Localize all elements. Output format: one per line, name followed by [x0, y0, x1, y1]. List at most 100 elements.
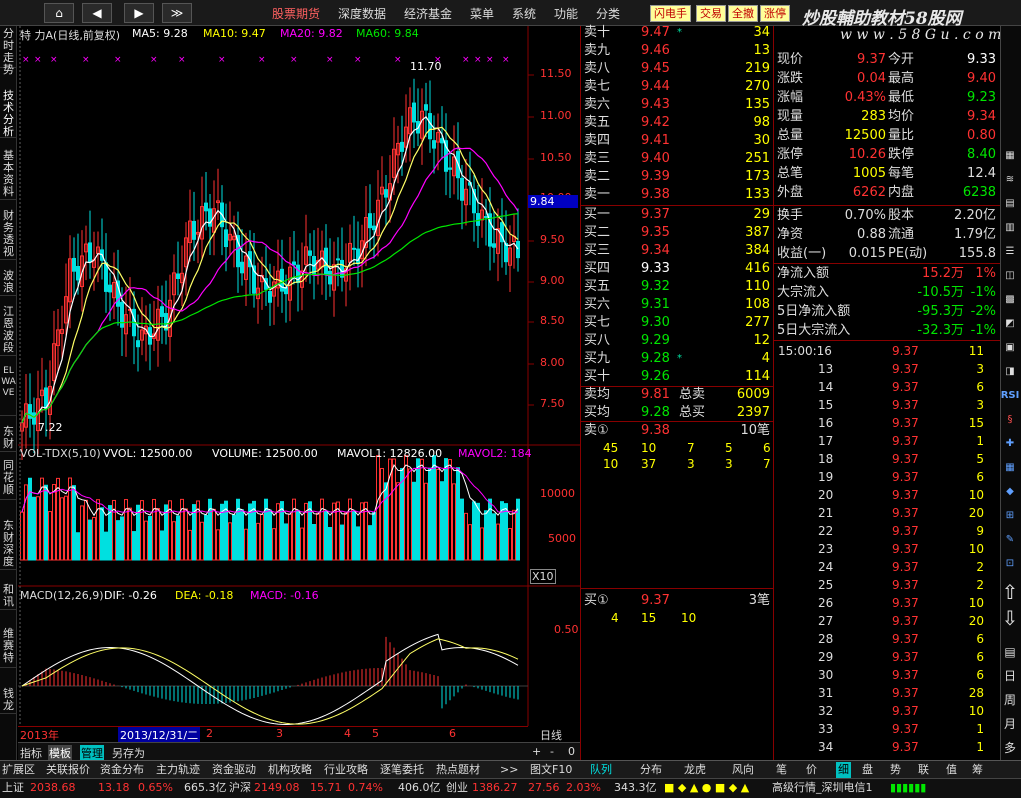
- period-week[interactable]: 周: [999, 690, 1021, 710]
- menu-system[interactable]: 系统: [512, 5, 536, 22]
- bid-row[interactable]: 买八 9.29 12: [583, 332, 772, 350]
- bottom-tab-4[interactable]: 资金驱动: [212, 762, 256, 778]
- tool-icon[interactable]: ▦: [999, 146, 1021, 166]
- bottom-tab-2[interactable]: 资金分布: [100, 762, 144, 778]
- menu-category[interactable]: 分类: [596, 5, 620, 22]
- ask-row[interactable]: 卖八 9.45 219: [583, 60, 772, 78]
- bottom-tab-20[interactable]: 联: [918, 762, 929, 778]
- menu-menu[interactable]: 菜单: [470, 5, 494, 22]
- tool-icon[interactable]: ▩: [999, 290, 1021, 310]
- bottom-tab-9[interactable]: >>: [500, 762, 518, 778]
- ask-row[interactable]: 卖六 9.43 135: [583, 96, 772, 114]
- forward-icon[interactable]: ▶: [124, 3, 154, 23]
- ask-row[interactable]: 卖二 9.39 173: [583, 168, 772, 186]
- bid-row[interactable]: 买七 9.30 277: [583, 314, 772, 332]
- bottom-tab-18[interactable]: 盘: [862, 762, 873, 778]
- tool-icon[interactable]: ◩: [999, 314, 1021, 334]
- tab-technical[interactable]: 技术分析: [0, 90, 17, 138]
- trade-button[interactable]: 交易: [696, 5, 726, 22]
- ask-row[interactable]: 卖九 9.46 13: [583, 42, 772, 60]
- bid-row[interactable]: 买三 9.34 384: [583, 242, 772, 260]
- bottom-tab-15[interactable]: 笔: [776, 762, 787, 778]
- tool-icon[interactable]: §: [999, 410, 1021, 430]
- tool-icon[interactable]: ⊡: [999, 554, 1021, 574]
- menu-function[interactable]: 功能: [554, 5, 578, 22]
- tool-icon[interactable]: ▤: [999, 194, 1021, 214]
- bid-row[interactable]: 买九 9.28 * 4: [583, 350, 772, 368]
- arrow-up-icon[interactable]: ⇧: [999, 582, 1021, 602]
- bid-row[interactable]: 买十 9.26 114: [583, 368, 772, 386]
- tool-icon[interactable]: ≋: [999, 170, 1021, 190]
- bottom-tab-0[interactable]: 扩展区: [2, 762, 35, 778]
- zoom-out-button[interactable]: -: [550, 745, 554, 758]
- ask-row[interactable]: 卖一 9.38 133: [583, 186, 772, 204]
- ask-row[interactable]: 卖十 9.47 * 34: [583, 24, 772, 42]
- bid-row[interactable]: 买一 9.37 29: [583, 206, 772, 224]
- tool-icon[interactable]: ⊞: [999, 506, 1021, 526]
- menu-stocks[interactable]: 股票期货: [272, 5, 320, 22]
- menu-economy-funds[interactable]: 经济基金: [404, 5, 452, 22]
- bottom-tab-22[interactable]: 筹: [972, 762, 983, 778]
- period-icon[interactable]: ▤: [999, 642, 1021, 662]
- tab-gann[interactable]: 江恩波段: [0, 306, 17, 356]
- tab-ths[interactable]: 同花顺: [0, 460, 17, 500]
- tool-icon[interactable]: ◆: [999, 482, 1021, 502]
- tool-icon[interactable]: ▥: [999, 218, 1021, 238]
- bottom-tab-21[interactable]: 值: [946, 762, 957, 778]
- bottom-tab-6[interactable]: 行业攻略: [324, 762, 368, 778]
- arrow-down-icon[interactable]: ⇩: [999, 608, 1021, 628]
- bottom-tab-16[interactable]: 价: [806, 762, 817, 778]
- bid-row[interactable]: 买四 9.33 416: [583, 260, 772, 278]
- tab-eastmoney-depth[interactable]: 东财深度: [0, 520, 17, 570]
- tab-elwave[interactable]: ELWAVE: [0, 366, 17, 416]
- bottom-tab-11[interactable]: 队列: [590, 762, 612, 778]
- bottom-tab-17[interactable]: 细: [836, 762, 851, 778]
- back-icon[interactable]: ◀: [82, 3, 112, 23]
- period-day[interactable]: 日: [999, 666, 1021, 686]
- cross-icon[interactable]: ✚: [999, 434, 1021, 454]
- bottom-tab-10[interactable]: 图文F10: [530, 762, 572, 778]
- tab-qianlong[interactable]: 钱龙: [0, 688, 17, 714]
- kline-chart[interactable]: × × × × × × × × × × × × × × × × × ×: [18, 26, 580, 742]
- bid-row[interactable]: 买五 9.32 110: [583, 278, 772, 296]
- tab-basic-info[interactable]: 基本资料: [0, 150, 17, 200]
- ask-row[interactable]: 卖三 9.40 251: [583, 150, 772, 168]
- tab-weisaite[interactable]: 维赛特: [0, 628, 17, 668]
- zoom-reset-button[interactable]: 0: [568, 745, 575, 758]
- bottom-tab-14[interactable]: 风向: [732, 762, 754, 778]
- tool-icon[interactable]: ◫: [999, 266, 1021, 286]
- cancel-all-button[interactable]: 全撤: [728, 5, 758, 22]
- rsi-icon[interactable]: RSI: [999, 386, 1021, 406]
- tool-icon[interactable]: ▣: [999, 338, 1021, 358]
- bottom-tab-12[interactable]: 分布: [640, 762, 662, 778]
- tab-hexun[interactable]: 和讯: [0, 584, 17, 610]
- zoom-in-button[interactable]: +: [532, 745, 541, 758]
- flash-trade-button[interactable]: 闪电手: [650, 5, 691, 22]
- home-icon[interactable]: ⌂: [44, 3, 74, 23]
- grid-icon[interactable]: ▦: [999, 458, 1021, 478]
- bottom-tab-1[interactable]: 关联报价: [46, 762, 90, 778]
- bottom-tab-3[interactable]: 主力轨迹: [156, 762, 200, 778]
- period-label[interactable]: 日线: [540, 727, 562, 743]
- indicator-button[interactable]: 指标: [20, 745, 42, 761]
- limit-up-button[interactable]: 涨停: [760, 5, 790, 22]
- period-month[interactable]: 月: [999, 714, 1021, 734]
- save-as-button[interactable]: 另存为: [112, 745, 145, 761]
- manage-button[interactable]: 管理: [80, 745, 104, 761]
- tool-icon[interactable]: ◨: [999, 362, 1021, 382]
- bottom-tab-8[interactable]: 热点题材: [436, 762, 480, 778]
- template-button[interactable]: 模板: [48, 745, 72, 761]
- bottom-tab-19[interactable]: 势: [890, 762, 901, 778]
- bid-row[interactable]: 买二 9.35 387: [583, 224, 772, 242]
- tab-finance[interactable]: 财务透视: [0, 210, 17, 260]
- period-multi[interactable]: 多: [999, 738, 1021, 758]
- bid-row[interactable]: 买六 9.31 108: [583, 296, 772, 314]
- tab-eastmoney[interactable]: 东财: [0, 426, 17, 452]
- bottom-tab-5[interactable]: 机构攻略: [268, 762, 312, 778]
- tab-time-share[interactable]: 分时走势: [0, 28, 17, 76]
- more-down-icon[interactable]: ≫: [162, 3, 192, 23]
- tool-icon[interactable]: ☰: [999, 242, 1021, 262]
- menu-depth-data[interactable]: 深度数据: [338, 5, 386, 22]
- ask-row[interactable]: 卖四 9.41 30: [583, 132, 772, 150]
- tool-icon[interactable]: ✎: [999, 530, 1021, 550]
